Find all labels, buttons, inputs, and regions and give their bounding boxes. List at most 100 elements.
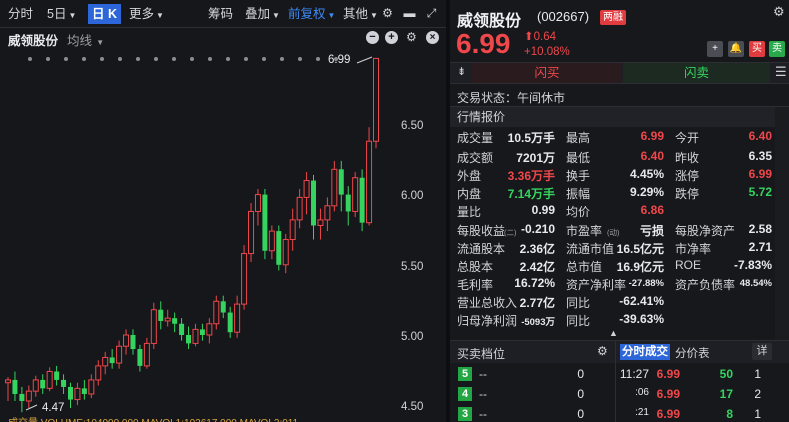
overlay-button[interactable]: 叠加 ▼: [245, 4, 280, 24]
trade-count: 2: [754, 387, 761, 401]
scrollbar-track[interactable]: [775, 107, 789, 340]
candle[interactable]: [227, 306, 233, 338]
candle[interactable]: [32, 375, 39, 397]
maximize-icon[interactable]: ⤢: [424, 6, 439, 21]
candle[interactable]: [81, 379, 87, 400]
tab-more[interactable]: 更多 ▼: [129, 4, 164, 24]
candle[interactable]: [199, 323, 205, 341]
candle[interactable]: [74, 382, 81, 406]
flash-buy-button[interactable]: 闪买: [472, 63, 622, 83]
candle[interactable]: [95, 360, 102, 386]
candle[interactable]: [158, 301, 164, 330]
stat-value: 7.14万手: [507, 187, 555, 201]
candle[interactable]: [324, 197, 331, 232]
candle[interactable]: [366, 127, 373, 226]
candle[interactable]: [192, 323, 199, 347]
candle[interactable]: [172, 312, 178, 333]
candle[interactable]: [262, 188, 268, 260]
candle[interactable]: [303, 172, 310, 215]
buy-button[interactable]: 买: [749, 41, 765, 57]
candle[interactable]: [88, 374, 95, 399]
candle[interactable]: [143, 337, 150, 369]
stat-label: 流通市值: [566, 242, 615, 256]
candle[interactable]: [373, 57, 379, 149]
candle[interactable]: [345, 186, 351, 226]
y-tick-label: 6.50: [401, 120, 424, 133]
candle[interactable]: [5, 377, 11, 401]
trade-volume: 50: [719, 367, 733, 381]
candle[interactable]: [206, 318, 213, 344]
tab-daily-k[interactable]: 日 K: [88, 4, 122, 24]
candle[interactable]: [179, 318, 185, 341]
candle[interactable]: [137, 344, 143, 372]
candle[interactable]: [213, 295, 220, 330]
candle-body: [143, 342, 150, 367]
candlestick-chart[interactable]: [0, 55, 446, 422]
candle[interactable]: [254, 188, 261, 226]
candle[interactable]: [54, 365, 60, 386]
candle[interactable]: [67, 382, 73, 408]
indicator-selector[interactable]: 均线 ▼: [67, 30, 104, 49]
candle[interactable]: [12, 371, 18, 401]
candle[interactable]: [130, 329, 136, 355]
candle[interactable]: [282, 233, 289, 274]
zoom-out-icon[interactable]: −: [366, 31, 379, 44]
candle[interactable]: [164, 309, 171, 327]
stat-label: ROE: [675, 258, 702, 272]
candle[interactable]: [46, 367, 53, 392]
chips-button[interactable]: 筹码: [208, 4, 233, 24]
menu-icon[interactable]: ☰: [775, 64, 787, 80]
candle[interactable]: [220, 295, 226, 319]
tab-5day[interactable]: 5日 ▼: [47, 4, 76, 24]
candle[interactable]: [102, 351, 109, 375]
add-watchlist-button[interactable]: +: [707, 41, 723, 57]
candle[interactable]: [352, 172, 359, 218]
flash-sell-button[interactable]: 闪卖: [623, 63, 770, 83]
y-tick-label: 5.50: [401, 260, 424, 273]
gear-icon[interactable]: ⚙: [597, 344, 608, 358]
tab-price-table[interactable]: 分价表: [675, 345, 710, 361]
other-button[interactable]: 其他 ▼: [343, 4, 378, 24]
candle-body: [74, 387, 81, 401]
minimize-icon[interactable]: ▬: [402, 6, 417, 21]
tab-intraday[interactable]: 分时: [8, 4, 33, 24]
candle[interactable]: [241, 245, 248, 310]
candle[interactable]: [338, 160, 344, 212]
detail-button[interactable]: 详: [752, 343, 772, 360]
chevron-up-icon[interactable]: ▲: [609, 328, 618, 338]
candle[interactable]: [40, 374, 46, 394]
candle[interactable]: [234, 295, 241, 338]
candle[interactable]: [331, 160, 338, 212]
forward-adjust-button[interactable]: 前复权 ▼: [288, 4, 335, 24]
candle[interactable]: [359, 169, 365, 232]
stat-value: 6.35: [748, 149, 772, 163]
candle-body: [359, 177, 365, 223]
settings-icon[interactable]: ⚙: [380, 6, 395, 21]
gear-icon[interactable]: ⚙: [406, 31, 419, 44]
expand-icon[interactable]: ⇟: [457, 65, 466, 78]
candle[interactable]: [296, 188, 303, 229]
candle[interactable]: [116, 340, 123, 369]
alert-button[interactable]: 🔔: [728, 41, 744, 57]
zoom-in-icon[interactable]: +: [385, 31, 398, 44]
candle[interactable]: [150, 302, 157, 350]
price-change: ⬆0.64: [524, 29, 556, 43]
candle[interactable]: [61, 374, 67, 394]
candle[interactable]: [109, 349, 115, 369]
candle[interactable]: [289, 208, 296, 251]
candle[interactable]: [186, 326, 192, 350]
sell-button[interactable]: 卖: [769, 41, 785, 57]
candle[interactable]: [123, 329, 130, 355]
candle-body: [130, 334, 136, 350]
candle[interactable]: [311, 174, 317, 240]
close-icon[interactable]: ×: [426, 31, 439, 44]
candle[interactable]: [276, 225, 282, 271]
candle[interactable]: [268, 225, 275, 260]
tab-time-trades[interactable]: 分时成交: [620, 344, 670, 360]
candle[interactable]: [19, 386, 25, 413]
candle[interactable]: [248, 203, 255, 262]
candle[interactable]: [25, 385, 32, 408]
stat-value: 9.29%: [629, 185, 664, 199]
settings-icon[interactable]: ⚙: [773, 4, 785, 20]
candle[interactable]: [317, 208, 324, 240]
